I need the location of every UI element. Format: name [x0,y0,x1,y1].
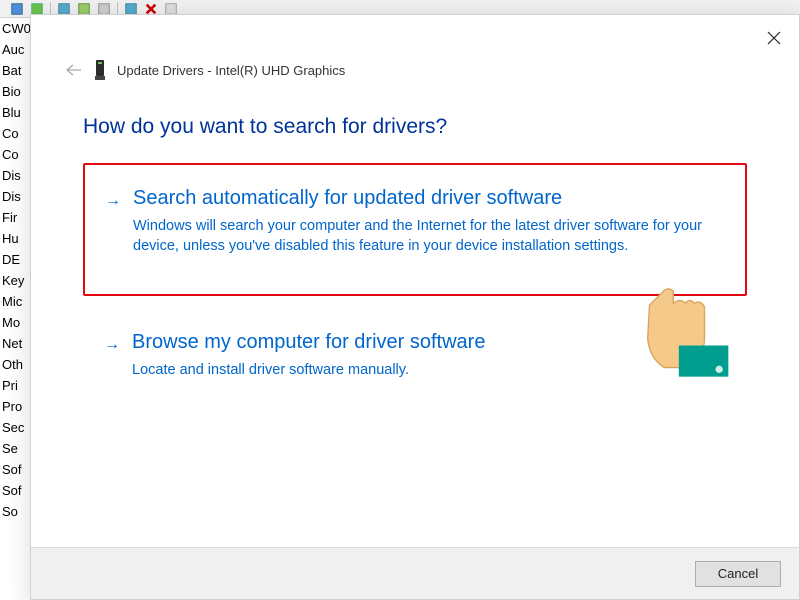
arrow-right-icon: → [105,187,121,215]
tree-item-fragment: Oth [0,354,30,375]
dialog-question: How do you want to search for drivers? [83,115,747,139]
arrow-right-icon: → [104,331,120,359]
tree-item-fragment: CW0 [0,18,30,39]
option-description: Windows will search your computer and th… [133,216,725,256]
dialog-header: Update Drivers - Intel(R) UHD Graphics [31,15,799,81]
option-description: Locate and install driver software manua… [132,360,726,380]
option-title: Browse my computer for driver software [132,331,726,354]
tree-item-fragment: Co [0,123,30,144]
tree-item-fragment: Sec [0,417,30,438]
tree-item-fragment: So [0,501,30,522]
tree-item-fragment: Key [0,270,30,291]
tree-item-fragment: Net [0,333,30,354]
tree-item-fragment: Sof [0,480,30,501]
tree-item-fragment: Auc [0,39,30,60]
device-icon [93,59,107,81]
toolbar-icon [10,2,24,16]
options-container: → Search automatically for updated drive… [83,163,747,401]
tree-item-fragment: Se [0,438,30,459]
tree-item-fragment: Dis [0,186,30,207]
tree-item-fragment: Hu [0,228,30,249]
option-browse-computer[interactable]: → Browse my computer for driver software… [83,314,747,401]
dialog-footer: Cancel [31,547,799,599]
tree-item-fragment: Bio [0,81,30,102]
back-button[interactable] [65,61,83,79]
tree-item-fragment: Mic [0,291,30,312]
update-drivers-dialog: Update Drivers - Intel(R) UHD Graphics H… [30,14,800,600]
option-title: Search automatically for updated driver … [133,187,725,210]
tree-item-fragment: Pri [0,375,30,396]
background-device-tree: CW0AucBatBioBluCoCoDisDisFirHuDEKeyMicMo… [0,18,30,600]
tree-item-fragment: Bat [0,60,30,81]
tree-item-fragment: DE [0,249,30,270]
option-search-automatically[interactable]: → Search automatically for updated drive… [83,163,747,296]
tree-item-fragment: Sof [0,459,30,480]
tree-item-fragment: Fir [0,207,30,228]
close-button[interactable] [759,23,789,53]
close-icon [767,31,781,45]
tree-item-fragment: Dis [0,165,30,186]
tree-item-fragment: Pro [0,396,30,417]
cancel-button[interactable]: Cancel [695,561,781,587]
tree-item-fragment: Blu [0,102,30,123]
tree-item-fragment: Mo [0,312,30,333]
dialog-title: Update Drivers - Intel(R) UHD Graphics [117,63,345,78]
back-arrow-icon [66,64,82,76]
tree-item-fragment: Co [0,144,30,165]
